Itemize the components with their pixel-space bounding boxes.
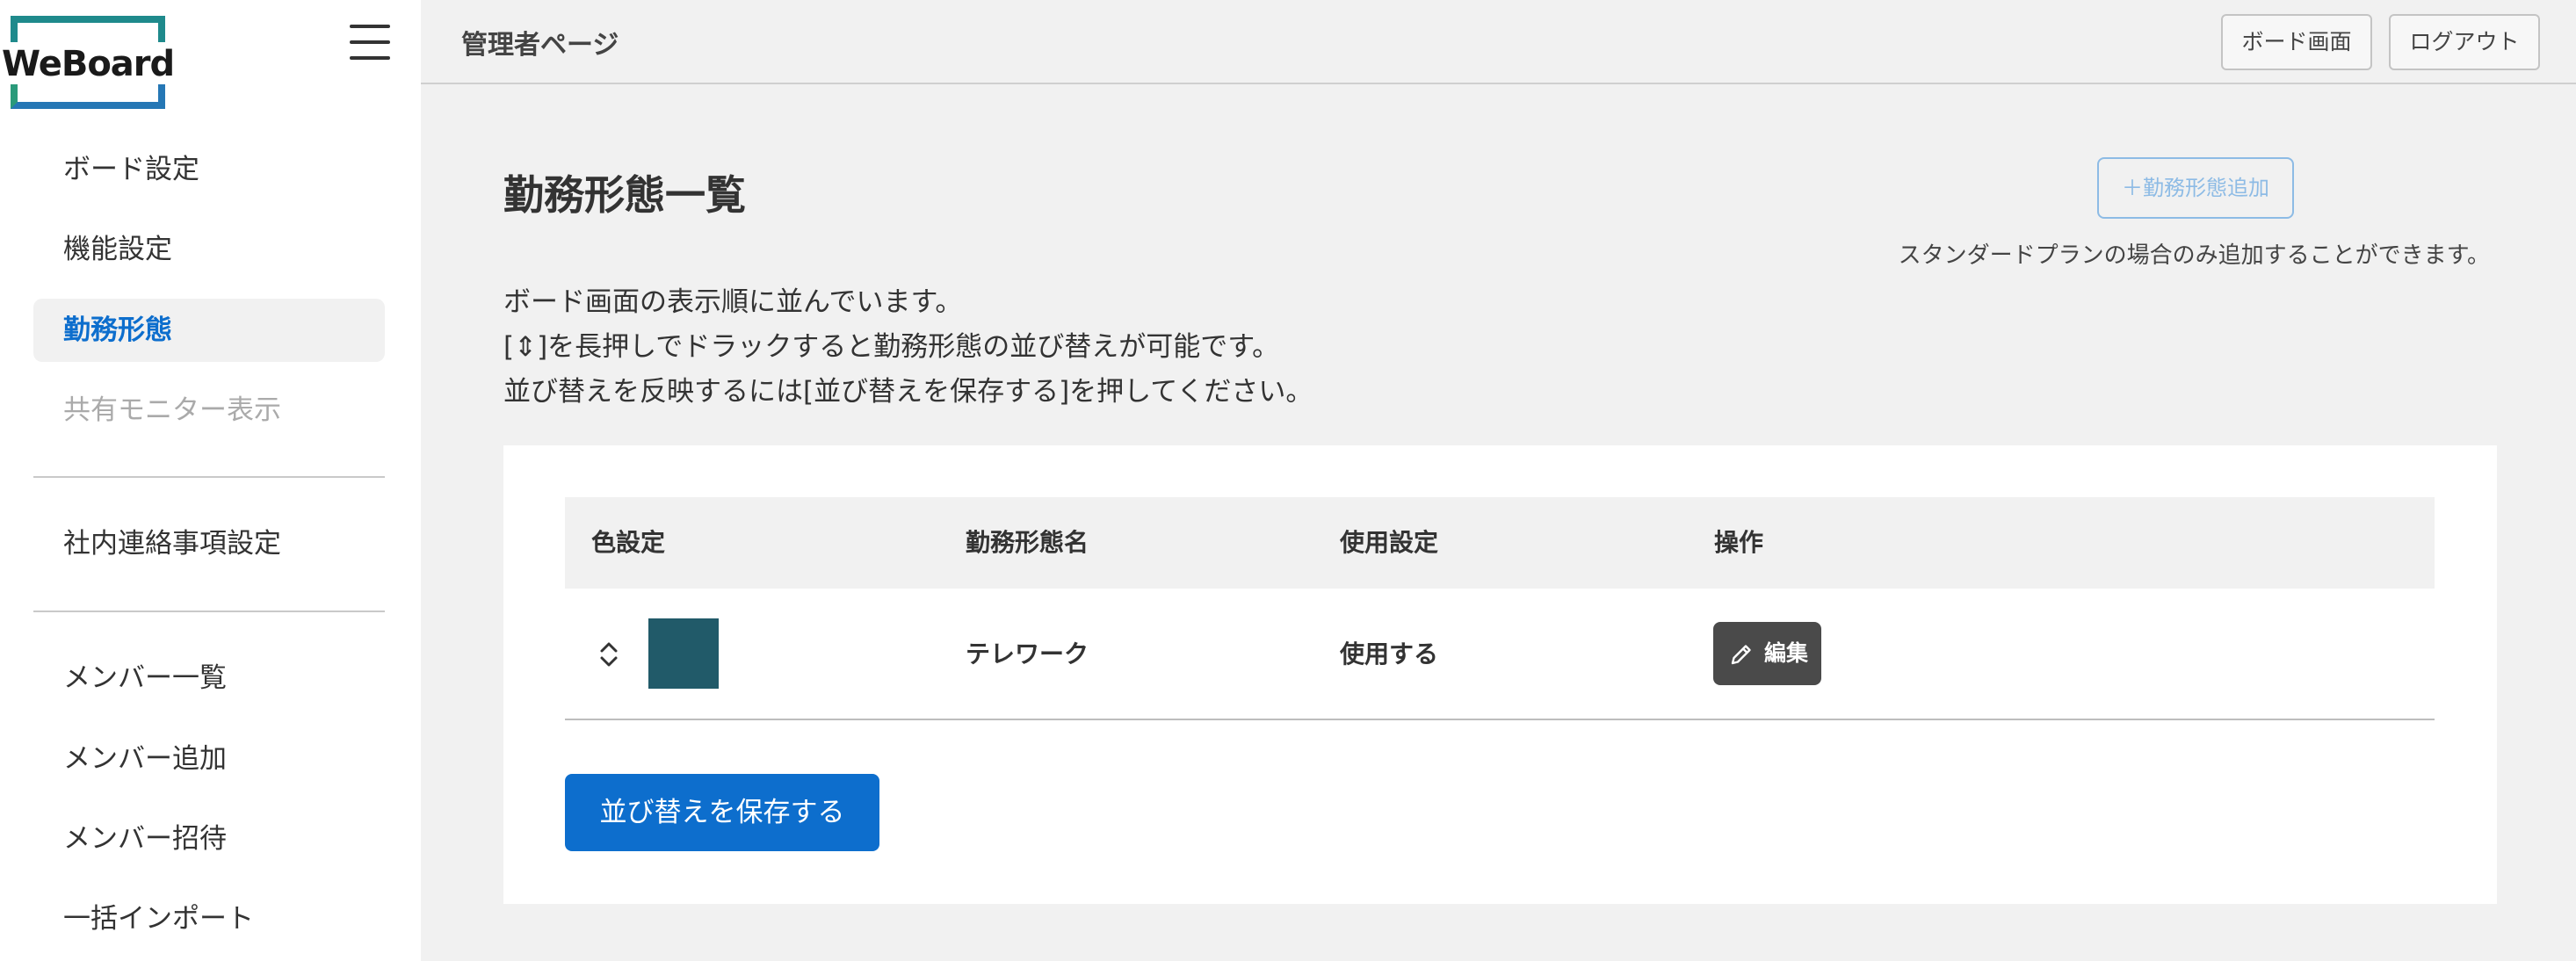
board-screen-button[interactable]: ボード画面 — [2221, 14, 2372, 70]
sidebar-divider — [33, 611, 385, 612]
sidebar-item-internal-notice-settings[interactable]: 社内連絡事項設定 — [33, 512, 385, 575]
add-restriction-note: スタンダードプランの場合のみ追加することができます。 — [1898, 242, 2490, 269]
logo-text: WeBoard — [0, 44, 177, 84]
pencil-icon — [1731, 645, 1751, 665]
drag-handle-icon[interactable] — [597, 637, 621, 672]
save-order-button[interactable]: 並び替えを保存する — [565, 774, 879, 851]
table-header: 色設定 勤務形態名 使用設定 操作 — [565, 497, 2435, 589]
color-swatch — [648, 618, 719, 689]
sidebar: WeBoard ボード設定 機能設定 勤務形態 共有モニター表示 社内連絡事項設… — [0, 0, 421, 961]
logo-frame-bottom — [11, 83, 165, 109]
edit-button[interactable]: 編集 — [1713, 622, 1821, 685]
logo-frame-top — [11, 16, 165, 42]
sidebar-item-shared-monitor: 共有モニター表示 — [63, 394, 281, 426]
top-header: 管理者ページ ボード画面 ログアウト — [421, 0, 2576, 84]
column-header-color: 色設定 — [591, 528, 666, 557]
description-line: ボード画面の表示順に並んでいます。 — [503, 286, 963, 318]
sidebar-item-work-styles[interactable]: 勤務形態 — [33, 299, 385, 362]
column-header-name: 勤務形態名 — [966, 528, 1089, 557]
sidebar-item-bulk-import[interactable]: 一括インポート — [33, 887, 385, 950]
usage-setting: 使用する — [1340, 639, 1439, 668]
logout-button[interactable]: ログアウト — [2389, 14, 2540, 70]
work-style-table-card: 色設定 勤務形態名 使用設定 操作 テレワーク 使用する 編集 並び替えを保存す… — [503, 445, 2497, 904]
table-row: テレワーク 使用する 編集 — [565, 589, 2435, 720]
column-header-actions: 操作 — [1714, 528, 1764, 557]
description-line: 並び替えを反映するには[並び替えを保存する]を押してください。 — [503, 376, 1313, 408]
sidebar-item-member-list[interactable]: メンバー一覧 — [33, 647, 385, 710]
description-line: [⇕]を長押しでドラックすると勤務形態の並び替えが可能です。 — [503, 331, 1280, 363]
sidebar-item-add-member[interactable]: メンバー追加 — [33, 727, 385, 791]
sidebar-item-board-settings[interactable]: ボード設定 — [33, 138, 385, 201]
page-title: 勤務形態一覧 — [503, 171, 746, 219]
edit-button-label: 編集 — [1764, 640, 1809, 666]
sidebar-item-feature-settings[interactable]: 機能設定 — [33, 218, 385, 281]
page-header-title: 管理者ページ — [461, 30, 619, 61]
column-header-usage: 使用設定 — [1340, 528, 1439, 557]
add-work-style-button: ＋勤務形態追加 — [2097, 157, 2294, 219]
sidebar-item-invite-member[interactable]: メンバー招待 — [33, 807, 385, 871]
work-style-name: テレワーク — [966, 639, 1089, 668]
menu-icon[interactable] — [348, 23, 392, 61]
sidebar-divider — [33, 476, 385, 478]
weboard-logo[interactable]: WeBoard — [0, 12, 177, 111]
